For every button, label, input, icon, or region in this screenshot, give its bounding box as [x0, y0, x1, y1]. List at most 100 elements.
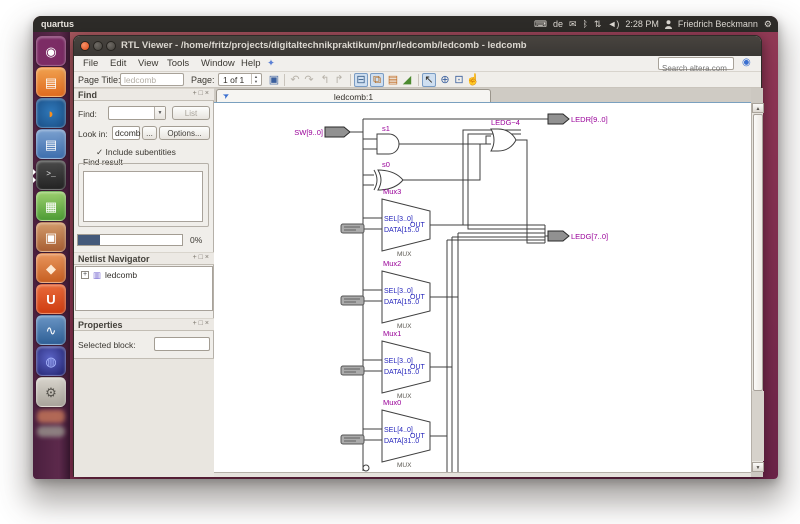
- input-pin-sw[interactable]: [325, 127, 350, 137]
- find-combo[interactable]: ▼: [108, 106, 166, 120]
- launcher-icon-files[interactable]: ▤: [36, 67, 66, 97]
- menu-view[interactable]: View: [138, 58, 158, 69]
- schematic-sheet[interactable]: SW[9..0] LEDR[9..0] LEDG[7..0] s1 s0: [214, 103, 751, 472]
- menu-tools[interactable]: Tools: [167, 58, 189, 69]
- gate-name: s0: [382, 160, 390, 169]
- constant-box[interactable]: [341, 224, 364, 233]
- mux3-block[interactable]: Mux3 SEL[3..0] DATA[15..0 OUT MUX: [382, 187, 430, 258]
- constant-box[interactable]: [341, 366, 364, 375]
- output-pin-ledr[interactable]: [548, 114, 569, 124]
- toolbar-hierarchy-list-button[interactable]: ⧉: [370, 73, 384, 87]
- launcher-icon-impress[interactable]: ▣: [36, 222, 66, 252]
- keyboard-indicator-icon[interactable]: ⌨: [534, 20, 547, 29]
- menu-file[interactable]: File: [83, 58, 98, 69]
- globe-icon[interactable]: ◉: [742, 58, 751, 68]
- launcher-icon-calc[interactable]: ▦: [36, 191, 66, 221]
- properties-panel-header[interactable]: Properties +□×: [74, 318, 214, 331]
- toolbar-forward-button[interactable]: ↷: [302, 73, 316, 87]
- toolbar-fit-view-button[interactable]: ▣: [267, 73, 281, 87]
- launcher-icon-trash[interactable]: [37, 426, 65, 437]
- launcher-icon-settings[interactable]: ⚙: [36, 377, 66, 407]
- keyboard-layout[interactable]: de: [553, 19, 563, 29]
- titlebar[interactable]: RTL Viewer - /home/fritz/projects/digita…: [74, 36, 761, 56]
- look-in-field[interactable]: dcomb: [112, 126, 140, 140]
- toolbar-zoom-fit-button[interactable]: ⊡: [452, 73, 466, 87]
- progress-percent: 0%: [190, 235, 202, 245]
- top-panel: quartus ⌨ de ✉ ᛒ ⇅ ◄) 2:28 PM Friedrich …: [33, 16, 778, 32]
- scroll-down-icon[interactable]: ▼: [752, 462, 764, 472]
- vertical-scrollbar[interactable]: ▲ ▼: [751, 103, 763, 472]
- message-icon[interactable]: ✉: [569, 20, 577, 29]
- toolbar-hand-tool-button[interactable]: ☝: [466, 73, 480, 87]
- toolbar-filter-button[interactable]: ▤: [386, 73, 400, 87]
- help-sprite-icon[interactable]: ✦: [267, 58, 275, 69]
- launcher-icon-terminal[interactable]: >_: [36, 160, 66, 190]
- tab-ledcomb[interactable]: ➤ ledcomb:1: [216, 89, 491, 102]
- clock[interactable]: 2:28 PM: [625, 19, 659, 29]
- scroll-up-icon[interactable]: ▲: [752, 103, 764, 113]
- menu-help[interactable]: Help: [241, 58, 261, 69]
- constant-box[interactable]: [341, 435, 364, 444]
- schematic-svg: SW[9..0] LEDR[9..0] LEDG[7..0] s1 s0: [214, 103, 751, 472]
- session-gear-icon[interactable]: ⚙: [764, 20, 772, 29]
- close-panel-icon[interactable]: ×: [205, 254, 211, 261]
- spinner-arrows-icon[interactable]: ▲▼: [251, 74, 260, 84]
- active-app-name[interactable]: quartus: [41, 19, 74, 29]
- page-spinner[interactable]: 1 of 1 ▲▼: [218, 73, 262, 86]
- find-panel-header[interactable]: Find +□×: [74, 88, 214, 101]
- menu-window[interactable]: Window: [201, 58, 235, 69]
- or-gate[interactable]: [491, 129, 516, 151]
- mux1-block[interactable]: Mux1 SEL[3..0] DATA[15..0 OUT MUX: [382, 329, 430, 400]
- toolbar-back-button[interactable]: ↶: [288, 73, 302, 87]
- options-button[interactable]: Options...: [159, 126, 210, 140]
- minimize-button[interactable]: [93, 41, 103, 51]
- maximize-button[interactable]: [106, 41, 116, 51]
- toolbar-zoom-in-button[interactable]: ⊕: [438, 73, 452, 87]
- close-button[interactable]: [80, 41, 90, 51]
- close-panel-icon[interactable]: ×: [205, 90, 211, 97]
- off-page-connector[interactable]: [363, 465, 369, 471]
- tree-expander-icon[interactable]: +: [81, 271, 89, 279]
- toolbar-next-button[interactable]: ↱: [332, 73, 346, 87]
- toolbar-up-hierarchy-button[interactable]: ↰: [318, 73, 332, 87]
- launcher-icon-faded[interactable]: [37, 410, 65, 423]
- network-icon[interactable]: ⇅: [594, 20, 602, 29]
- toolbar-birds-eye-button[interactable]: ◢: [400, 73, 414, 87]
- launcher-icon-eclipse[interactable]: ◍: [36, 346, 66, 376]
- combo-dropdown-icon[interactable]: ▼: [154, 107, 165, 119]
- mux0-block[interactable]: Mux0 SEL[4..0] DATA[31..0 OUT MUX: [382, 398, 430, 469]
- mux2-block[interactable]: Mux2 SEL[3..0] DATA[15..0 OUT MUX: [382, 259, 430, 330]
- svg-text:MUX: MUX: [397, 251, 412, 258]
- menu-edit[interactable]: Edit: [110, 58, 126, 69]
- toolbar-selection-tool-button[interactable]: ↖: [422, 73, 436, 87]
- netlist-tree: + ▥ ledcomb: [75, 266, 213, 311]
- scrollbar-thumb[interactable]: [753, 114, 763, 391]
- launcher-icon-firefox[interactable]: ◗: [36, 98, 66, 128]
- bluetooth-icon[interactable]: ᛒ: [583, 20, 588, 29]
- and-gate[interactable]: [377, 134, 399, 154]
- list-button[interactable]: List: [172, 106, 210, 120]
- find-result-list[interactable]: [83, 171, 203, 222]
- constant-box[interactable]: [341, 296, 364, 305]
- netlist-root-item[interactable]: ledcomb: [105, 270, 137, 280]
- launcher-icon-writer[interactable]: ▤: [36, 129, 66, 159]
- svg-text:SEL[3..0]: SEL[3..0]: [384, 358, 413, 365]
- launcher-icon-software-center[interactable]: ◆: [36, 253, 66, 283]
- look-in-label: Look in:: [78, 129, 108, 139]
- close-panel-icon[interactable]: ×: [205, 320, 211, 327]
- svg-text:Mux2: Mux2: [383, 259, 401, 268]
- window-title: RTL Viewer - /home/fritz/projects/digita…: [121, 40, 527, 51]
- page-title-field[interactable]: ledcomb: [120, 73, 184, 86]
- launcher-icon-ubuntu-one[interactable]: U: [36, 284, 66, 314]
- launcher-icon-wireshark[interactable]: ∿: [36, 315, 66, 345]
- volume-icon[interactable]: ◄): [607, 20, 619, 29]
- launcher-icon-dash-home[interactable]: ◉: [36, 36, 66, 66]
- rtl-viewer-window: RTL Viewer - /home/fritz/projects/digita…: [73, 35, 762, 477]
- browse-button[interactable]: ...: [142, 126, 157, 140]
- toolbar-hierarchy-button[interactable]: ⊟: [354, 73, 368, 87]
- user-menu[interactable]: Friedrich Beckmann: [678, 19, 758, 29]
- horizontal-scroll-area[interactable]: [214, 472, 751, 477]
- netlist-panel-header[interactable]: Netlist Navigator +□×: [74, 252, 214, 265]
- selected-block-field[interactable]: [154, 337, 210, 351]
- output-pin-ledg[interactable]: [548, 231, 569, 241]
